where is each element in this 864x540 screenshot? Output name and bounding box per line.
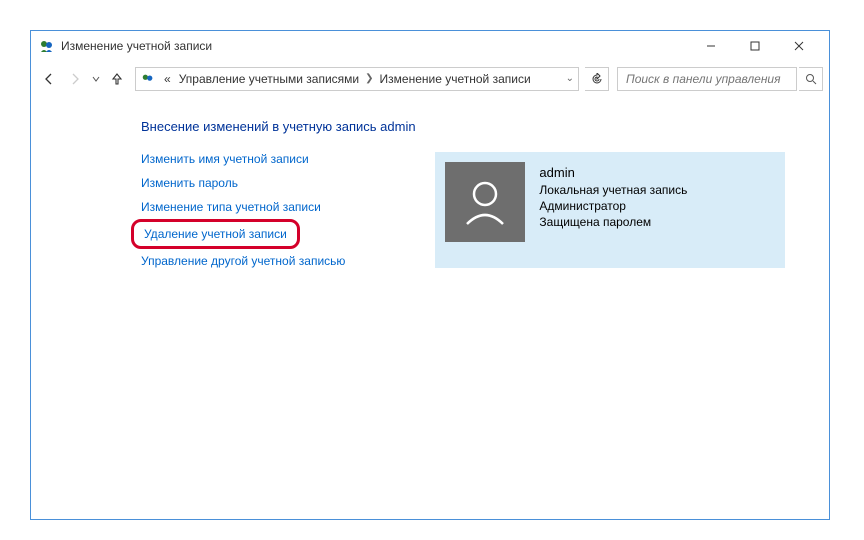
maximize-button[interactable]: [733, 32, 777, 60]
back-button[interactable]: [37, 67, 61, 91]
breadcrumb-chevron-icon: ❯: [363, 73, 375, 84]
window-frame: Изменение учетной записи: [30, 30, 830, 520]
account-info: admin Локальная учетная запись Администр…: [539, 162, 687, 230]
account-name: admin: [539, 164, 687, 182]
account-type: Локальная учетная запись: [539, 182, 687, 198]
content-area: Внесение изменений в учетную запись admi…: [31, 95, 829, 268]
addressbar-dropdown-icon[interactable]: ⌄: [566, 73, 574, 84]
refresh-button[interactable]: [585, 67, 609, 91]
avatar: [445, 162, 525, 242]
window-title: Изменение учетной записи: [61, 39, 689, 53]
link-delete-account[interactable]: Удаление учетной записи: [131, 219, 300, 249]
addressbar-app-icon: [140, 71, 156, 87]
breadcrumb-segment-2[interactable]: Изменение учетной записи: [376, 72, 535, 86]
breadcrumb-segment-1[interactable]: Управление учетными записями: [175, 72, 363, 86]
search-box[interactable]: [617, 67, 797, 91]
minimize-button[interactable]: [689, 32, 733, 60]
titlebar: Изменение учетной записи: [31, 31, 829, 61]
link-change-password[interactable]: Изменить пароль: [141, 176, 238, 190]
navigation-bar: « Управление учетными записями ❯ Изменен…: [31, 61, 829, 95]
action-links: Изменить имя учетной записи Изменить пар…: [141, 152, 345, 268]
window-controls: [689, 32, 821, 60]
account-protection: Защищена паролем: [539, 214, 687, 230]
breadcrumb-prefix: «: [160, 72, 175, 86]
link-change-type[interactable]: Изменение типа учетной записи: [141, 200, 321, 214]
close-button[interactable]: [777, 32, 821, 60]
account-role: Администратор: [539, 198, 687, 214]
main-row: Изменить имя учетной записи Изменить пар…: [141, 152, 789, 268]
page-heading: Внесение изменений в учетную запись admi…: [141, 119, 789, 134]
app-icon: [39, 38, 55, 54]
up-button[interactable]: [105, 67, 129, 91]
link-manage-other[interactable]: Управление другой учетной записью: [141, 254, 345, 268]
account-card: admin Локальная учетная запись Администр…: [435, 152, 785, 268]
address-bar[interactable]: « Управление учетными записями ❯ Изменен…: [135, 67, 579, 91]
recent-dropdown[interactable]: [89, 67, 103, 91]
forward-button[interactable]: [63, 67, 87, 91]
search-button[interactable]: [799, 67, 823, 91]
search-input[interactable]: [624, 71, 790, 87]
link-rename-account[interactable]: Изменить имя учетной записи: [141, 152, 309, 166]
